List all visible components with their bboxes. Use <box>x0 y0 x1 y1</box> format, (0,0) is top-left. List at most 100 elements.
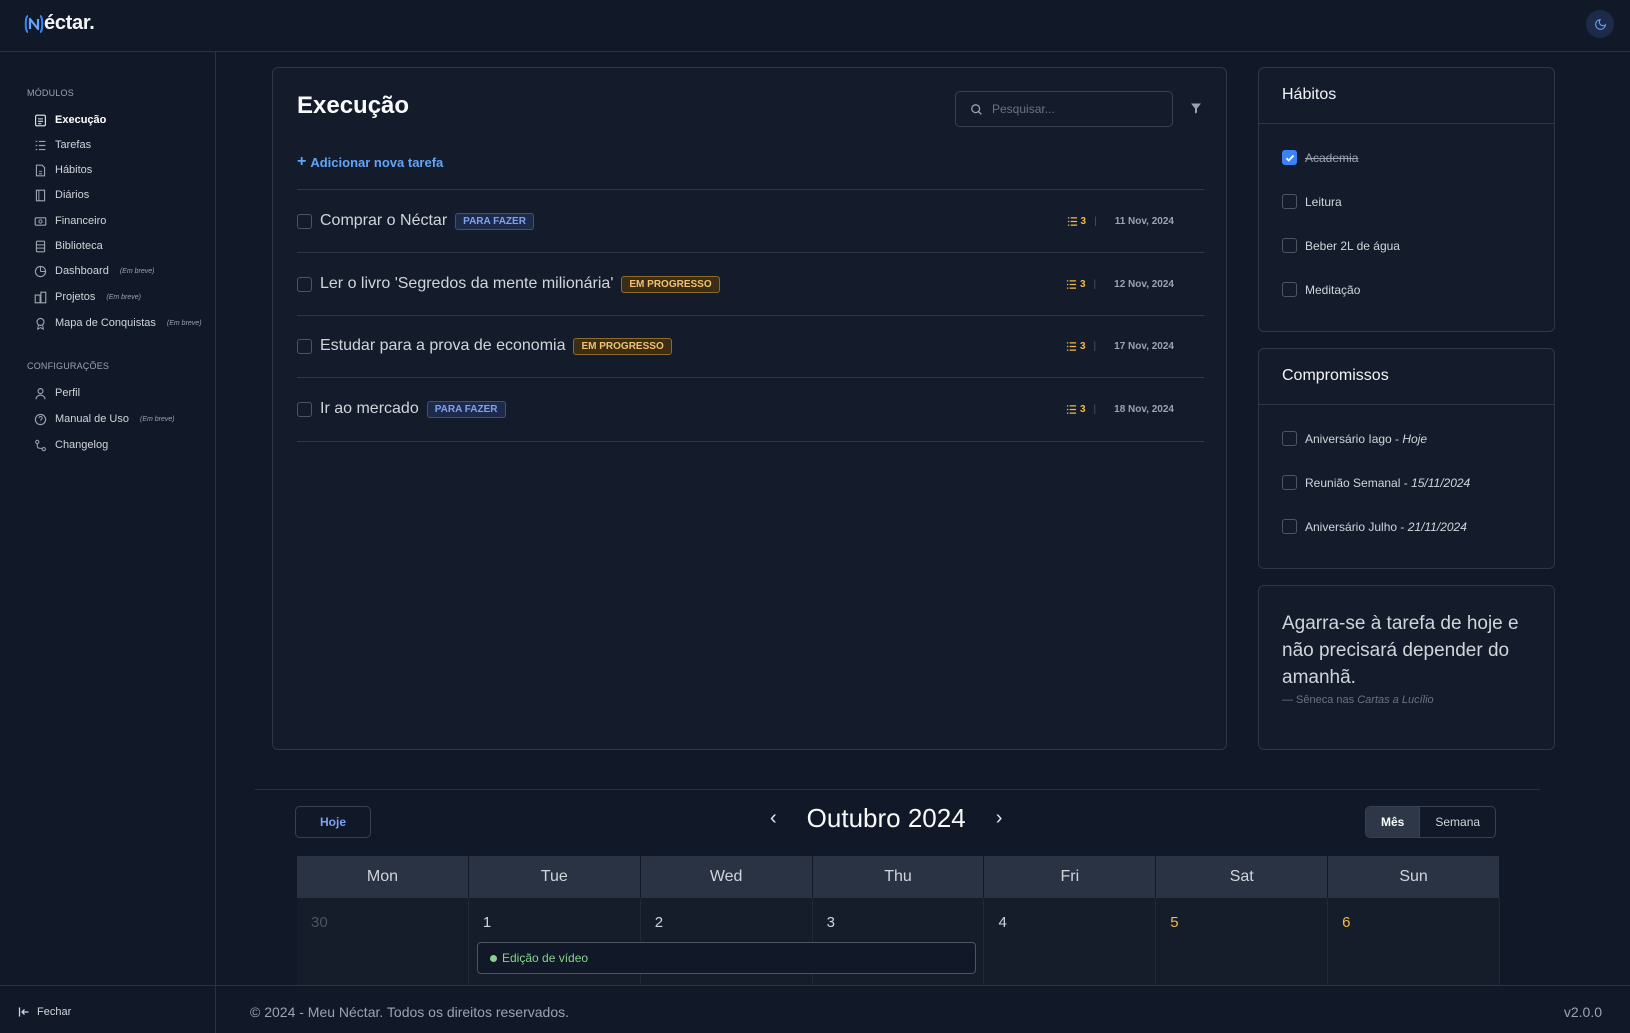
meta-separator: | <box>1093 403 1097 415</box>
money-icon <box>34 216 47 226</box>
task-meta: 3 | 18 Nov, 2024 <box>1066 404 1174 415</box>
calendar-event[interactable]: Edição de vídeo <box>477 942 976 974</box>
habit-item[interactable]: Beber 2L de água <box>1282 238 1400 253</box>
subtask-list-icon <box>1066 341 1077 351</box>
subtask-count-value: 3 <box>1079 340 1086 352</box>
appointment-date: 15/11/2024 <box>1411 475 1471 490</box>
habit-item[interactable]: Leitura <box>1282 194 1342 209</box>
task-checkbox[interactable] <box>297 213 312 229</box>
appointment-label: Reunião Semanal - 15/11/2024 <box>1305 476 1470 490</box>
sidebar-item-diarios[interactable]: Diários <box>34 185 89 205</box>
habit-item[interactable]: Academia <box>1282 150 1358 165</box>
divider <box>297 441 1204 442</box>
filter-button[interactable] <box>1190 101 1202 119</box>
task-row[interactable]: Ir ao mercado Para fazer 3 | 18 Nov, 202… <box>297 378 1204 440</box>
search-input[interactable] <box>992 102 1152 116</box>
close-label: Fechar <box>37 1006 72 1018</box>
weekday-label: Wed <box>640 856 813 898</box>
theme-toggle-button[interactable] <box>1586 10 1614 38</box>
sidebar-item-habitos[interactable]: Hábitos <box>34 160 92 180</box>
calendar-day-cell[interactable]: 4 <box>984 898 1157 985</box>
version-label: v2.0.0 <box>1563 1004 1602 1020</box>
event-dot-icon <box>490 954 497 962</box>
sidebar-item-label: Financeiro <box>55 215 107 227</box>
list-icon <box>35 140 46 150</box>
sidebar-item-financeiro[interactable]: Financeiro <box>34 211 106 231</box>
week-view-button[interactable]: Semana <box>1419 807 1495 837</box>
day-number: 6 <box>1342 914 1351 931</box>
habit-checkbox[interactable] <box>1282 194 1297 209</box>
calendar-day-cell[interactable]: 30 <box>297 898 469 985</box>
month-view-button[interactable]: Mês <box>1366 807 1420 837</box>
today-button[interactable]: Hoje <box>295 806 371 838</box>
coming-soon-label: (Em breve) <box>106 293 141 301</box>
habit-checkbox[interactable] <box>1282 150 1297 165</box>
sidebar-item-dashboard[interactable]: Dashboard (Em breve) <box>34 261 154 281</box>
chart-icon <box>34 265 47 277</box>
appointment-date: Hoje <box>1402 431 1428 446</box>
appointment-checkbox[interactable] <box>1282 431 1297 446</box>
appointment-item[interactable]: Aniversário Iago - Hoje <box>1282 431 1427 446</box>
calendar-navigation: ‹ Outubro 2024 › <box>770 803 1002 834</box>
task-row[interactable]: Estudar para a prova de economia Em prog… <box>297 315 1204 377</box>
sidebar-item-manual-de-uso[interactable]: Manual de Uso (Em breve) <box>34 409 175 429</box>
day-number: 3 <box>826 914 835 931</box>
weekday-label: Sun <box>1328 856 1501 898</box>
execution-panel: Execução + Adicionar nova tarefa Comprar… <box>272 67 1227 750</box>
weekday-label: Thu <box>812 856 985 898</box>
habits-panel: Hábitos Academia Leitura Beber 2L de águ… <box>1258 67 1555 332</box>
task-date: 11 Nov, 2024 <box>1114 215 1174 227</box>
quote-author: — Sêneca nas Cartas a Lucílio <box>1282 694 1434 706</box>
task-title: Ir ao mercado <box>320 400 419 417</box>
subtask-count: 3 <box>1066 279 1086 290</box>
sidebar-item-changelog[interactable]: Changelog <box>34 435 108 455</box>
task-checkbox[interactable] <box>297 338 312 354</box>
sidebar-item-label: Changelog <box>55 439 109 451</box>
task-row[interactable]: Ler o livro 'Segredos da mente milionári… <box>297 253 1204 315</box>
habit-label: Academia <box>1305 150 1359 165</box>
subtask-list-icon <box>1066 404 1077 414</box>
appointments-panel: Compromissos Aniversário Iago - Hoje Reu… <box>1258 348 1555 569</box>
task-row[interactable]: Comprar o Néctar Para fazer 3 | 11 Nov, … <box>297 190 1204 252</box>
habit-checkbox[interactable] <box>1282 238 1297 253</box>
weekday-label: Sat <box>1156 856 1329 898</box>
sidebar-item-perfil[interactable]: Perfil <box>34 383 80 403</box>
add-task-label: Adicionar nova tarefa <box>310 154 444 170</box>
status-badge: Para fazer <box>426 400 506 418</box>
checklist-icon <box>35 114 46 126</box>
top-bar: éctar. <box>0 0 1630 52</box>
next-month-button[interactable]: › <box>996 807 1003 830</box>
sidebar-item-biblioteca[interactable]: Biblioteca <box>34 236 103 256</box>
appointment-item[interactable]: Reunião Semanal - 15/11/2024 <box>1282 475 1470 490</box>
logo[interactable]: éctar. <box>24 12 95 35</box>
day-number: 5 <box>1170 914 1179 931</box>
plus-icon: + <box>297 153 307 170</box>
sidebar-item-mapa-de-conquistas[interactable]: Mapa de Conquistas (Em breve) <box>34 313 202 333</box>
calendar-title: Outubro 2024 <box>806 803 966 833</box>
add-task-button[interactable]: + Adicionar nova tarefa <box>297 154 443 170</box>
appointment-checkbox[interactable] <box>1282 519 1297 534</box>
status-badge: Em progresso <box>573 337 672 355</box>
habit-item[interactable]: Meditação <box>1282 282 1360 297</box>
status-badge: Para fazer <box>455 212 534 230</box>
subtask-count-value: 3 <box>1079 403 1086 415</box>
sidebar-item-execucao[interactable]: Execução <box>34 110 106 130</box>
calendar-day-cell[interactable]: 5 <box>1156 898 1329 985</box>
sidebar-item-tarefas[interactable]: Tarefas <box>34 135 91 155</box>
appointment-item[interactable]: Aniversário Julho - 21/11/2024 <box>1282 519 1467 534</box>
task-checkbox[interactable] <box>297 276 312 292</box>
divider <box>1259 123 1554 124</box>
close-sidebar-button[interactable]: Fechar <box>18 1006 71 1018</box>
user-icon <box>35 387 46 399</box>
route-icon <box>35 439 46 451</box>
quote-text: Agarra-se à tarefa de hoje e não precisa… <box>1282 613 1519 688</box>
habit-checkbox[interactable] <box>1282 282 1297 297</box>
day-number: 2 <box>654 914 664 931</box>
prev-month-button[interactable]: ‹ <box>770 807 777 830</box>
calendar-day-cell[interactable]: 6 <box>1328 898 1501 985</box>
appointment-checkbox[interactable] <box>1282 475 1297 490</box>
sidebar-item-projetos[interactable]: Projetos (Em breve) <box>34 287 141 307</box>
task-checkbox[interactable] <box>297 401 312 417</box>
meta-separator: | <box>1093 278 1097 290</box>
nectar-logo-icon <box>24 14 44 33</box>
